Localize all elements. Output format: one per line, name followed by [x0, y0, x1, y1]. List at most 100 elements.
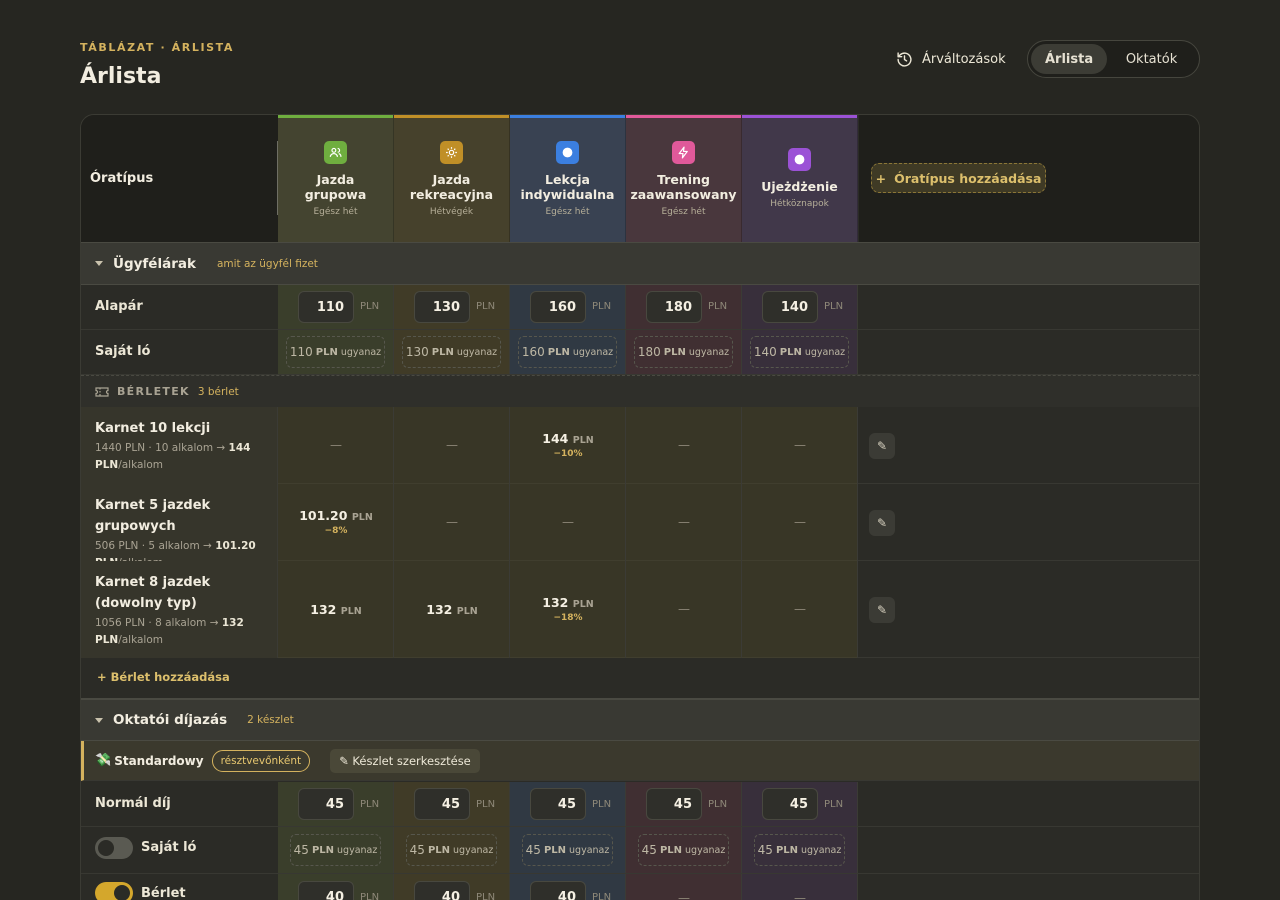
normal-fee-input[interactable]: 45 [762, 788, 818, 820]
ticket-icon [95, 386, 109, 397]
empty-price-dash: — [330, 437, 342, 452]
lesson-type-name: Ujeżdżenie [761, 179, 838, 194]
lesson-type-color-bar [278, 115, 393, 118]
own-horse-price-input[interactable]: 110 PLN ugyanaz [286, 336, 385, 368]
fee-pass-row: Bérlet [81, 874, 1199, 900]
edit-pass-button[interactable]: ✎ [869, 509, 895, 536]
pass-name: Karnet 8 jazdek (dowolny typ) [95, 575, 211, 611]
own-horse-fee-value: 45 [409, 843, 425, 857]
pass-price: 132 PLN [426, 601, 478, 617]
same-label: ugyanaz [453, 844, 494, 856]
instructor-fees-section-header[interactable]: Oktatói díjazás 2 készlet [81, 698, 1199, 741]
normal-fee-input[interactable]: 45 [298, 788, 354, 820]
lesson-type-header-2[interactable]: Lekcja indywidualna Egész hét [510, 115, 626, 242]
lesson-type-header-3[interactable]: Trening zaawansowany Egész hét [626, 115, 742, 242]
add-pass-label: Bérlet hozzáadása [110, 670, 230, 684]
currency-unit: PLN [592, 301, 612, 312]
lesson-type-schedule: Egész hét [661, 206, 706, 217]
currency-unit: PLN [476, 301, 496, 312]
same-label: ugyanaz [340, 346, 382, 358]
base-price-input[interactable]: 140 [762, 291, 818, 323]
own-horse-fee-input[interactable]: 45 PLN ugyanaz [522, 834, 613, 866]
pass-label-cell: Karnet 10 lekcji 1440 PLN · 10 alkalom →… [81, 407, 278, 484]
lesson-type-header-0[interactable]: Jazda grupowa Egész hét [278, 115, 394, 242]
circle-icon [556, 140, 579, 164]
own-horse-toggle[interactable] [95, 837, 133, 859]
base-price-input[interactable]: 180 [646, 291, 702, 323]
fee-set-row: 💸 Standardowy résztvevőnként ✎ Készlet s… [81, 741, 1199, 781]
same-label: ugyanaz [801, 844, 842, 856]
chevron-down-icon [95, 717, 103, 723]
currency-unit: PLN [427, 844, 451, 856]
lesson-type-name: Trening zaawansowany [630, 171, 737, 202]
same-label: ugyanaz [688, 346, 730, 358]
base-price-input[interactable]: 160 [530, 291, 586, 323]
pass-fee-input[interactable]: 40 [530, 881, 586, 900]
own-horse-price-value: 160 [521, 345, 545, 359]
empty-price-dash: — [794, 514, 806, 529]
pass-description: 1440 PLN · 10 alkalom → 144 PLN/alkalom [95, 442, 251, 471]
own-horse-price-value: 180 [637, 345, 661, 359]
own-horse-fee-input[interactable]: 45 PLN ugyanaz [754, 834, 845, 866]
fee-set-name: Standardowy [114, 753, 204, 768]
add-pass-button[interactable]: + Bérlet hozzáadása [97, 670, 230, 684]
add-lesson-type-label: Óratípus hozzáadása [894, 170, 1042, 186]
pass-fee-input[interactable]: 40 [298, 881, 354, 900]
currency-unit: PLN [360, 799, 380, 810]
own-horse-fee-input[interactable]: 45 PLN ugyanaz [638, 834, 729, 866]
instructor-fees-count: 2 készlet [247, 714, 294, 726]
pass-name: Karnet 5 jazdek grupowych [95, 498, 211, 534]
lesson-type-name: Jazda grupowa [304, 171, 367, 202]
own-horse-fee-input[interactable]: 45 PLN ugyanaz [290, 834, 381, 866]
discount-badge: −10% [553, 448, 583, 459]
lesson-type-schedule: Egész hét [545, 206, 590, 217]
edit-pass-button[interactable]: ✎ [869, 432, 895, 459]
price-history-button[interactable]: Árváltozások [896, 48, 1006, 70]
lesson-type-schedule: Hétvégék [429, 206, 474, 217]
own-horse-price-value: 130 [405, 345, 429, 359]
price-table: Óratípus Jazda grupowa Egész hét Jazda r… [80, 114, 1200, 900]
base-price-input[interactable]: 110 [298, 291, 354, 323]
history-icon [897, 51, 912, 67]
client-prices-section-header[interactable]: Ügyfélárak amit az ügyfél fizet [81, 242, 1199, 285]
pass-fee-input[interactable]: 40 [414, 881, 470, 900]
edit-set-button[interactable]: ✎ Készlet szerkesztése [330, 748, 480, 773]
lesson-type-header-1[interactable]: Jazda rekreacyjna Hétvégék [394, 115, 510, 242]
same-label: ugyanaz [456, 346, 498, 358]
currency-unit: PLN [543, 844, 567, 856]
normal-fee-input[interactable]: 45 [414, 788, 470, 820]
normal-fee-input[interactable]: 45 [646, 788, 702, 820]
lesson-type-header-4[interactable]: Ujeżdżenie Hétköznapok [742, 115, 858, 242]
own-horse-fee-input[interactable]: 45 PLN ugyanaz [406, 834, 497, 866]
own-horse-price-value: 110 [289, 345, 313, 359]
same-label: ugyanaz [337, 844, 378, 856]
base-price-row: Alapár [81, 285, 1199, 330]
lesson-type-color-bar [626, 115, 741, 118]
own-horse-price-input[interactable]: 180 PLN ugyanaz [634, 336, 733, 368]
client-prices-hint: amit az ügyfél fizet [216, 257, 318, 270]
normal-fee-input[interactable]: 45 [530, 788, 586, 820]
own-horse-price-input[interactable]: 130 PLN ugyanaz [402, 336, 501, 368]
instructor-fees-title: Oktatói díjazás [113, 712, 228, 728]
tab-price-list[interactable]: Árlista [1031, 44, 1108, 74]
add-lesson-type-button[interactable]: + Óratípus hozzáadása [871, 163, 1046, 193]
view-switcher: Árlista Oktatók [1027, 40, 1200, 78]
empty-price-dash: — [562, 514, 574, 529]
pass-name: Karnet 10 lekcji [95, 421, 211, 436]
same-label: ugyanaz [572, 346, 614, 358]
pass-toggle[interactable] [95, 882, 133, 900]
own-horse-price-input[interactable]: 160 PLN ugyanaz [518, 336, 617, 368]
tab-instructors[interactable]: Oktatók [1107, 44, 1196, 74]
lesson-type-color-bar [510, 115, 625, 118]
own-horse-price-input[interactable]: 140 PLN ugyanaz [750, 336, 849, 368]
currency-unit: PLN [592, 799, 612, 810]
fee-set-badge[interactable]: résztvevőnként [211, 749, 311, 772]
pencil-icon: ✎ [876, 515, 888, 530]
money-icon: 💸 [95, 753, 112, 768]
pencil-icon: ✎ [876, 602, 888, 617]
edit-pass-button[interactable]: ✎ [869, 596, 895, 623]
currency-unit: PLN [315, 346, 338, 358]
passes-subheader: BÉRLETEK 3 bérlet [81, 375, 1199, 407]
own-horse-fee-value: 45 [525, 843, 541, 857]
base-price-input[interactable]: 130 [414, 291, 470, 323]
